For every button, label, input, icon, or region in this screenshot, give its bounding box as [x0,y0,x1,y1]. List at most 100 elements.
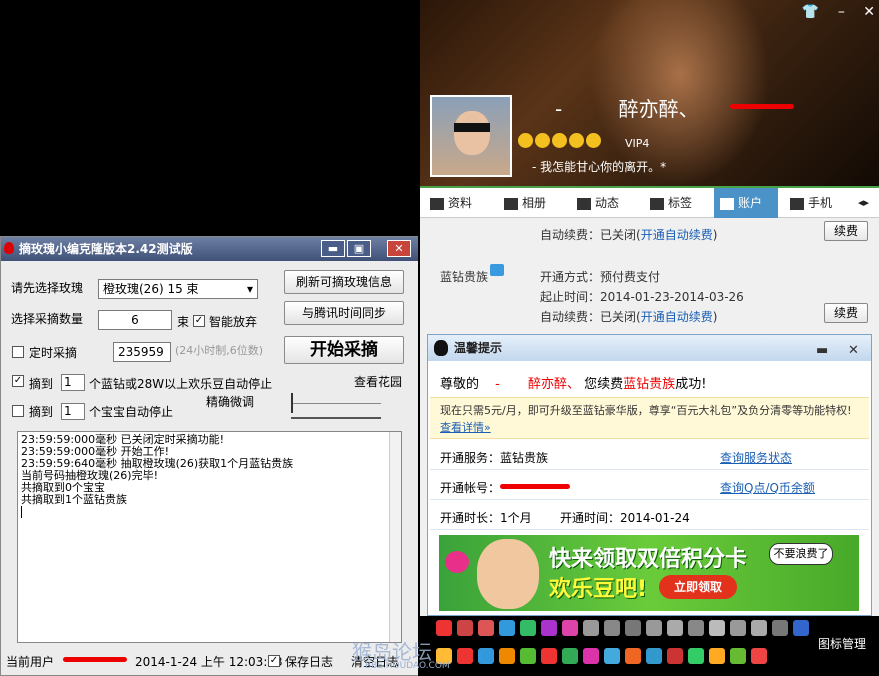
separator [430,499,869,500]
app-icon[interactable] [604,648,620,664]
refresh-roses-button[interactable]: 刷新可摘玫瑰信息 [284,270,404,294]
popup-close-icon[interactable]: ✕ [848,338,859,364]
app-icon[interactable] [478,648,494,664]
tool-title: 摘玫瑰小编克隆版本2.42测试版 [19,242,193,256]
app-icon[interactable] [541,620,557,636]
album-icon [504,197,518,210]
sync-time-button[interactable]: 与腾讯时间同步 [284,301,404,325]
log-scrollbar[interactable] [389,432,401,642]
popup-titlebar[interactable]: 温馨提示 ▬ ✕ [428,335,871,361]
app-icon[interactable] [730,648,746,664]
tab-label: 账户 [738,196,763,210]
tab-phone[interactable]: 手机 [790,188,852,218]
app-icon[interactable] [772,620,788,636]
view-details-link[interactable]: 查看详情» [440,421,491,434]
start-picking-button[interactable]: 开始采摘 [284,336,404,364]
app-icon[interactable] [646,648,662,664]
app-icon[interactable] [751,648,767,664]
renew-button-1[interactable]: 续费 [824,221,868,241]
rose-select[interactable]: 橙玫瑰(26) 15 束 ▾ [98,279,258,299]
nickname-text: 醉亦醉、 [618,97,699,121]
app-icon[interactable] [562,648,578,664]
app-icon[interactable] [751,620,767,636]
app-icon[interactable] [688,620,704,636]
avatar-glasses [454,123,490,132]
tabs-scroll[interactable]: ◂▸ [858,188,878,218]
save-log-checkbox[interactable]: ✓ [268,655,280,667]
stop-baby-text: 个宝宝自动停止 [89,405,174,419]
promo-banner[interactable]: 快来领取双倍积分卡 欢乐豆吧! 立即领取 不要浪费了 [439,535,859,611]
minimize-icon[interactable]: – [838,4,845,20]
avatar-face [454,111,490,155]
app-icon[interactable] [436,620,452,636]
app-icon[interactable] [667,648,683,664]
timed-input[interactable]: 235959 [113,342,171,362]
tab-account[interactable]: 账户 [714,188,778,218]
app-icon[interactable] [520,648,536,664]
query-balance-link[interactable]: 查询Q点/Q币余额 [720,479,815,496]
list-icon [577,197,591,210]
close-icon[interactable]: ✕ [863,4,875,20]
app-icon[interactable] [709,648,725,664]
renew-button-2[interactable]: 续费 [824,303,868,323]
stop-diamond-count[interactable]: 1 [61,374,85,391]
app-icon[interactable] [499,648,515,664]
quantity-input[interactable]: 6 [98,310,172,330]
app-icon[interactable] [562,620,578,636]
window-controls: 👕 – ✕ [788,4,875,20]
close-button[interactable]: ✕ [387,240,411,257]
timed-pick-checkbox[interactable] [12,346,24,358]
avatar[interactable] [430,95,512,177]
app-icon[interactable] [730,620,746,636]
app-icon[interactable] [457,620,473,636]
signature: - 我怎能甘心你的离开。* [532,160,667,174]
enable-auto-renew-link[interactable]: 开通自动续费 [641,228,713,242]
app-icon[interactable] [793,620,809,636]
app-icon[interactable] [688,648,704,664]
icon-manage-link[interactable]: 图标管理 [818,635,867,652]
maximize-button[interactable]: ▣ [347,240,371,257]
tab-tags[interactable]: 标签 [650,188,710,218]
app-icon[interactable] [625,620,641,636]
log-textarea[interactable]: 23:59:59:000毫秒 已关闭定时采摘功能! 23:59:59:000毫秒… [17,431,402,643]
upgrade-notice: 现在只需5元/月，即可升级至蓝钻豪华版，尊享“百元大礼包”及负分清零等功能特权!… [430,397,869,439]
auto-renew-status: 已关闭( [600,310,641,324]
fine-tune-slider-track[interactable] [291,403,381,404]
minimize-button[interactable]: ▬ [321,240,345,257]
tab-album[interactable]: 相册 [504,188,566,218]
moon-icon [569,133,584,148]
app-icon[interactable] [625,648,641,664]
app-icon[interactable] [541,648,557,664]
banner-line-2: 欢乐豆吧! [549,577,648,602]
stop-baby-count[interactable]: 1 [61,403,85,420]
paren: ) [712,228,718,242]
app-icon[interactable] [604,620,620,636]
skin-icon[interactable]: 👕 [802,4,819,20]
rose-icon [4,242,14,254]
quantity-unit: 束 [177,315,190,329]
smart-give-up-checkbox[interactable]: ✓ [193,315,205,327]
tab-feed[interactable]: 动态 [577,188,639,218]
claim-now-button[interactable]: 立即领取 [659,575,737,599]
view-garden-link[interactable]: 查看花园 [354,373,402,390]
tab-profile[interactable]: 资料 [430,188,490,218]
app-icon[interactable] [499,620,515,636]
popup-minimize-icon[interactable]: ▬ [816,338,828,364]
app-icon[interactable] [667,620,683,636]
fine-tune-slider-thumb[interactable] [291,393,293,413]
enable-auto-renew-link[interactable]: 开通自动续费 [641,310,713,324]
stop-baby-checkbox[interactable] [12,405,24,417]
tool-titlebar[interactable]: 摘玫瑰小编克隆版本2.42测试版 ▬ ▣ ✕ [1,237,419,261]
app-icon[interactable] [646,620,662,636]
sun-icon [518,133,533,148]
app-icon[interactable] [457,648,473,664]
app-icon[interactable] [478,620,494,636]
app-icon[interactable] [583,620,599,636]
app-icon[interactable] [709,620,725,636]
select-rose-label: 请先选择玫瑰 [11,281,84,295]
query-service-link[interactable]: 查询服务状态 [720,449,792,466]
app-icon[interactable] [583,648,599,664]
app-icon[interactable] [520,620,536,636]
stop-diamond-checkbox[interactable]: ✓ [12,375,24,387]
greeting-mid: 您续费 [584,377,624,392]
